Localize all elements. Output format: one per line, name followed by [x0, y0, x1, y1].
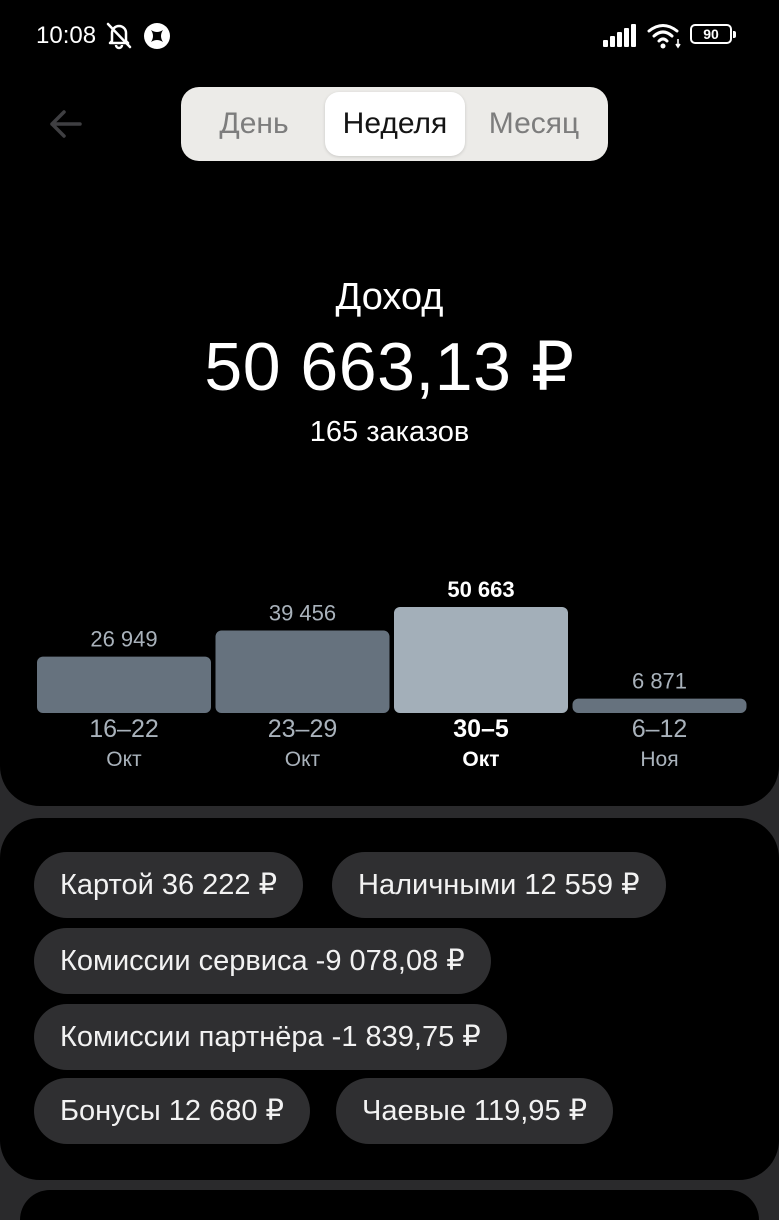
bar-value-label: 39 456 [269, 600, 336, 625]
bar-value-label: 6 871 [632, 669, 687, 694]
bar-range-label: 16–22 [89, 715, 159, 743]
bonuses-chip[interactable]: Бонусы 12 680 ₽ [34, 1078, 310, 1144]
wifi-icon [647, 24, 681, 49]
arrow-left-icon [50, 110, 82, 138]
orders-count: 165 заказов [309, 416, 470, 448]
card-payments-chip[interactable]: Картой 36 222 ₽ [34, 852, 304, 918]
bell-off-icon [106, 22, 132, 50]
chart-bar[interactable] [215, 630, 390, 713]
chart-bar[interactable] [572, 698, 747, 713]
tab-week[interactable]: Неделя [325, 92, 465, 156]
battery-indicator: 90 [690, 24, 736, 44]
status-time: 10:08 [36, 22, 97, 49]
cash-payments-chip[interactable]: Наличными 12 559 ₽ [332, 852, 666, 918]
bar-value-label: 26 949 [90, 627, 157, 652]
chart-bar[interactable] [37, 656, 211, 713]
bar-range-label: 23–29 [268, 715, 338, 743]
income-label: Доход [335, 276, 444, 318]
tab-day[interactable]: День [195, 92, 313, 156]
next-card-edge [20, 1190, 759, 1220]
status-bar: 10:08 90 [0, 0, 779, 72]
income-card: День Неделя Месяц Доход 50 663,13 ₽ 165 … [0, 0, 779, 806]
chart-bar[interactable] [394, 607, 568, 713]
service-fee-chip[interactable]: Комиссии сервиса -9 078,08 ₽ [34, 928, 491, 994]
bar-month-label: Окт [462, 748, 499, 771]
tips-chip[interactable]: Чаевые 119,95 ₽ [336, 1078, 614, 1144]
app-notification-icon [144, 23, 170, 49]
bar-value-label: 50 663 [447, 577, 514, 602]
income-breakdown-card: Картой 36 222 ₽ Наличными 12 559 ₽ Комис… [0, 818, 779, 1180]
bar-month-label: Окт [106, 748, 142, 771]
tab-month[interactable]: Месяц [471, 92, 597, 156]
period-switcher: День Неделя Месяц [181, 87, 608, 161]
cellular-signal-icon [603, 24, 636, 47]
back-button[interactable] [46, 104, 86, 144]
partner-fee-chip[interactable]: Комиссии партнёра -1 839,75 ₽ [34, 1004, 507, 1070]
income-amount: 50 663,13 ₽ [204, 329, 575, 405]
bar-range-label: 30–5 [453, 715, 509, 743]
bar-month-label: Ноя [640, 748, 678, 771]
bar-range-label: 6–12 [632, 715, 688, 743]
bar-month-label: Окт [285, 748, 321, 771]
